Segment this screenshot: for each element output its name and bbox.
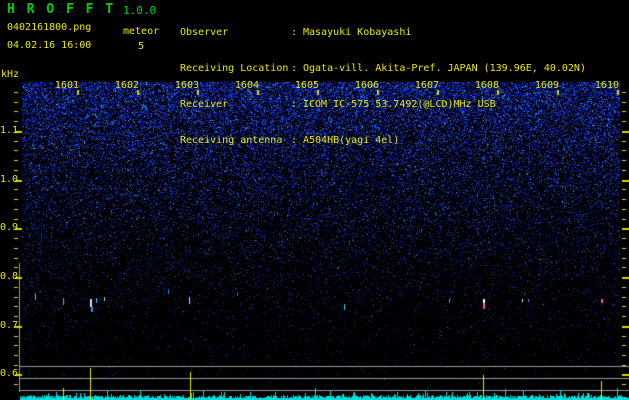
info-colon: : — [291, 135, 298, 146]
info-row-observer: Observer: Masayuki Kobayashi — [180, 27, 586, 39]
output-filename: 0402161800.png — [7, 22, 92, 33]
info-colon: : — [291, 99, 298, 110]
info-value: Ogata-vill. Akita-Pref. JAPAN (139.96E, … — [303, 63, 586, 74]
info-row-antenna: Receiving antenna: A504HB(yagi 4el) — [180, 135, 586, 147]
hrofft-window: H R O F F T 1.0.0 0402161800.png meteor … — [0, 0, 629, 400]
info-value: Masayuki Kobayashi — [303, 27, 412, 38]
info-value: A504HB(yagi 4el) — [303, 135, 400, 146]
info-colon: : — [291, 27, 298, 38]
freq-tick-label: 0.9 — [0, 222, 19, 233]
time-tick-label: 1607 — [414, 80, 439, 91]
time-tick-label: 1609 — [534, 80, 559, 91]
freq-tick-label: 1.0 — [0, 174, 19, 185]
mode-label: meteor — [123, 26, 160, 37]
app-title: H R O F F T — [7, 2, 116, 17]
time-tick-label: 1602 — [114, 80, 139, 91]
info-row-receiver: Receiver: ICOM IC-575 53.7492(@LCD)MHz US… — [180, 99, 586, 111]
time-tick-label: 1606 — [354, 80, 379, 91]
info-value: ICOM IC-575 53.7492(@LCD)MHz USB — [303, 99, 496, 110]
time-tick-label: 1605 — [294, 80, 319, 91]
app-version: 1.0.0 — [123, 4, 157, 17]
time-tick-label: 1610 — [594, 80, 619, 91]
time-tick-label: 1608 — [474, 80, 499, 91]
time-tick-label: 1604 — [234, 80, 259, 91]
freq-tick-label: 0.8 — [0, 271, 19, 282]
freq-tick-label: 0.6 — [0, 368, 19, 379]
info-label: Observer — [180, 27, 229, 38]
info-row-location: Receiving Location: Ogata-vill. Akita-Pre… — [180, 63, 586, 75]
freq-tick-label: 1.1 — [0, 125, 19, 136]
y-axis-unit: kHz — [1, 69, 20, 80]
time-tick-label: 1603 — [174, 80, 199, 91]
observation-timestamp: 04.02.16 16:00 — [7, 40, 92, 51]
meteor-count: 5 — [138, 41, 145, 52]
info-label: Receiving Location — [180, 63, 289, 74]
info-label: Receiver — [180, 99, 229, 110]
info-label: Receiving antenna — [180, 135, 283, 146]
time-tick-label: 1601 — [54, 80, 79, 91]
info-colon: : — [291, 63, 298, 74]
freq-tick-label: 0.7 — [0, 320, 19, 331]
